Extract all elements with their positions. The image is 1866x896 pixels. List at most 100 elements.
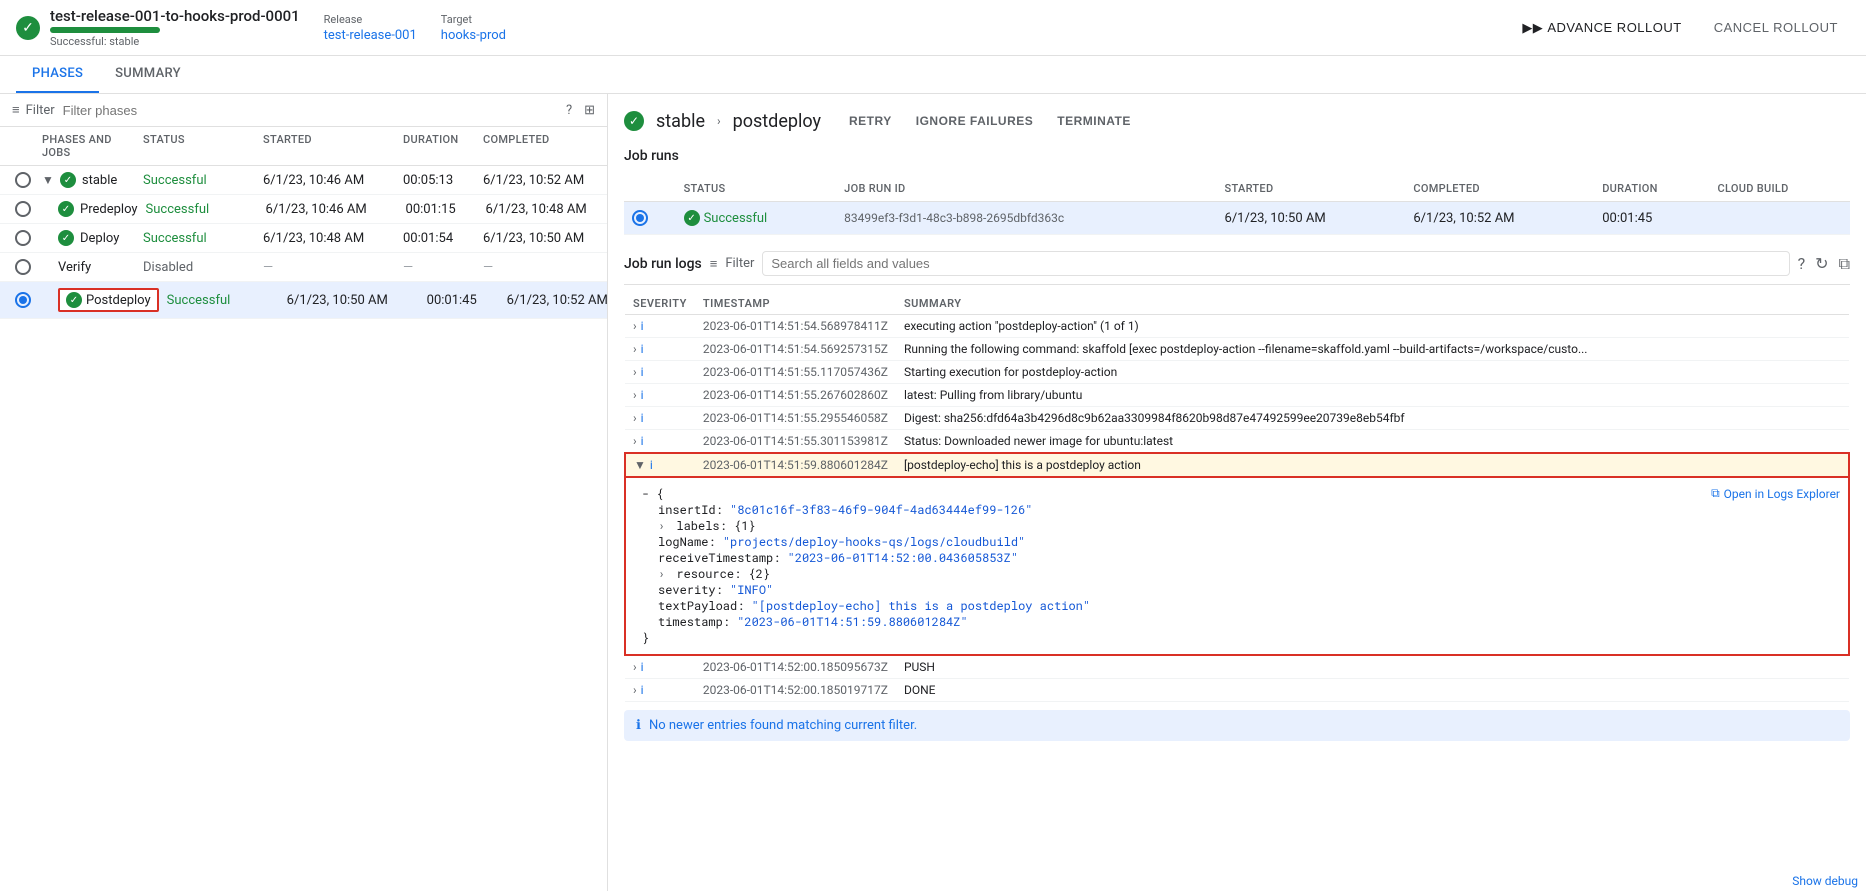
logs-search-input[interactable] (771, 256, 1780, 271)
job-runs-table: Status Job run ID Started Completed Dura… (624, 176, 1850, 235)
log-timestamp: 2023-06-01T14:51:55.117057436Z (695, 361, 896, 384)
expand-btn[interactable]: › (633, 660, 637, 674)
table-row[interactable]: ✓ Deploy Successful 6/1/23, 10:48 AM 00:… (0, 224, 607, 253)
deploy-status-icon: ✓ (58, 230, 74, 246)
log-row[interactable]: ›i 2023-06-01T14:51:55.295546058Z Digest… (625, 407, 1849, 430)
job-run-row[interactable]: ✓ Successful 83499ef3-f3d1-48c3-b898-269… (624, 202, 1850, 235)
expand-btn[interactable]: › (633, 434, 637, 448)
verify-duration: — (399, 260, 479, 275)
log-severity: ›i (625, 315, 695, 338)
deploy-started: 6/1/23, 10:48 AM (259, 231, 399, 246)
job-run-status-icon: ✓ (684, 210, 700, 226)
expand-labels[interactable]: › (658, 518, 665, 534)
tab-phases[interactable]: PHASES (16, 56, 99, 93)
expand-btn[interactable]: › (633, 365, 637, 379)
job-run-started: 6/1/23, 10:50 AM (1217, 202, 1406, 235)
radio-cell (8, 259, 38, 275)
cancel-rollout-button[interactable]: CANCEL ROLLOUT (1702, 14, 1850, 41)
job-run-completed: 6/1/23, 10:52 AM (1405, 202, 1594, 235)
logs-header: Job run logs ≡ Filter ? ↻ ⧉ (624, 251, 1850, 285)
col-completed: Completed (1405, 176, 1594, 202)
cell-deploy-name: ✓ Deploy (38, 230, 139, 246)
log-table: SEVERITY TIMESTAMP SUMMARY ›i 2023-06-01… (624, 293, 1850, 702)
log-severity: ▼i (625, 453, 695, 477)
log-row[interactable]: ›i 2023-06-01T14:51:55.117057436Z Starti… (625, 361, 1849, 384)
info-icon: ℹ (636, 718, 641, 733)
help-icon[interactable]: ? (1798, 254, 1806, 273)
open-logs-explorer-button[interactable]: ⧉ Open in Logs Explorer (1711, 486, 1840, 501)
table-row[interactable]: ✓ Predeploy Successful 6/1/23, 10:46 AM … (0, 195, 607, 224)
log-row[interactable]: ›i 2023-06-01T14:52:00.185019717Z DONE (625, 679, 1849, 702)
radio-deploy[interactable] (15, 230, 31, 246)
columns-icon[interactable]: ⊞ (584, 103, 595, 118)
table-row[interactable]: Verify Disabled — — — (0, 253, 607, 282)
expand-btn[interactable]: › (633, 319, 637, 333)
severity-icon: i (641, 365, 644, 379)
severity-icon: i (641, 683, 644, 697)
log-row-expanded-content: - { insertId: "8c01c16f-3f83-46f9-904f-4… (625, 477, 1849, 655)
job-run-select (624, 202, 676, 235)
release-link[interactable]: test-release-001 (324, 28, 417, 43)
refresh-icon[interactable]: ↻ (1815, 254, 1828, 273)
tab-summary[interactable]: SUMMARY (99, 56, 197, 93)
postdeploy-highlight: ✓ Postdeploy (58, 288, 159, 312)
radio-verify[interactable] (15, 259, 31, 275)
col-severity: SEVERITY (625, 293, 695, 315)
expand-btn[interactable]: › (633, 683, 637, 697)
log-timestamp: 2023-06-01T14:52:00.185019717Z (695, 679, 896, 702)
expand-btn[interactable]: › (633, 342, 637, 356)
log-row-expanded[interactable]: ▼i 2023-06-01T14:51:59.880601284Z [postd… (625, 453, 1849, 477)
ignore-failures-button[interactable]: IGNORE FAILURES (908, 110, 1042, 132)
postdeploy-completed: 6/1/23, 10:52 AM (503, 293, 607, 308)
filter-button[interactable]: ≡ Filter (12, 102, 55, 118)
table-row[interactable]: ▼ ✓ stable Successful 6/1/23, 10:46 AM 0… (0, 166, 607, 195)
show-debug-link[interactable]: Show debug (1792, 874, 1858, 888)
blue-dot (632, 210, 648, 226)
log-summary: Status: Downloaded newer image for ubunt… (896, 430, 1849, 454)
advance-rollout-button[interactable]: ▶▶ ADVANCE ROLLOUT (1510, 14, 1693, 42)
target-link[interactable]: hooks-prod (441, 28, 506, 43)
col-duration: Duration (1594, 176, 1709, 202)
col-status: Status (676, 176, 837, 202)
filter-input[interactable] (63, 103, 558, 118)
expand-btn[interactable]: › (633, 411, 637, 425)
expanded-json: - { insertId: "8c01c16f-3f83-46f9-904f-4… (626, 478, 1703, 654)
col-status: Status (139, 133, 259, 159)
expand-icon[interactable]: ▼ (42, 173, 54, 187)
expand-resource[interactable]: › (658, 566, 665, 582)
log-row[interactable]: ›i 2023-06-01T14:51:54.569257315Z Runnin… (625, 338, 1849, 361)
json-labels: › labels: {1} (642, 518, 1687, 534)
log-timestamp: 2023-06-01T14:51:55.267602860Z (695, 384, 896, 407)
radio-predeploy[interactable] (15, 201, 31, 217)
log-timestamp: 2023-06-01T14:52:00.185095673Z (695, 655, 896, 679)
terminate-button[interactable]: TERMINATE (1049, 110, 1139, 132)
verify-started: — (259, 260, 399, 275)
radio-postdeploy[interactable] (15, 292, 31, 308)
target-section: Target hooks-prod (441, 13, 506, 43)
open-external-icon[interactable]: ⧉ (1839, 254, 1850, 274)
predeploy-status-icon: ✓ (58, 201, 74, 217)
radio-stable[interactable] (15, 172, 31, 188)
log-row[interactable]: ›i 2023-06-01T14:51:55.267602860Z latest… (625, 384, 1849, 407)
expand-btn[interactable]: › (633, 388, 637, 402)
expand-btn[interactable]: ▼ (634, 458, 646, 472)
log-row[interactable]: ›i 2023-06-01T14:52:00.185095673Z PUSH (625, 655, 1849, 679)
col-duration: Duration (399, 133, 479, 159)
radio-cell (8, 201, 38, 217)
log-row[interactable]: ›i 2023-06-01T14:51:54.568978411Z execut… (625, 315, 1849, 338)
col-summary: SUMMARY (896, 293, 1849, 315)
log-row[interactable]: ›i 2023-06-01T14:51:55.301153981Z Status… (625, 430, 1849, 454)
open-logs-label: Open in Logs Explorer (1724, 487, 1840, 501)
col-timestamp: TIMESTAMP (695, 293, 896, 315)
stable-duration: 00:05:13 (399, 173, 479, 188)
log-severity: ›i (625, 655, 695, 679)
log-summary: [postdeploy-echo] this is a postdeploy a… (896, 453, 1849, 477)
table-row[interactable]: ✓ Postdeploy Successful 6/1/23, 10:50 AM… (0, 282, 607, 319)
header-meta: test-release-001-to-hooks-prod-0001 Succ… (50, 7, 300, 48)
col-completed: Completed (479, 133, 599, 159)
severity-icon: i (641, 319, 644, 333)
deploy-label: Deploy (80, 231, 119, 246)
help-icon[interactable]: ? (566, 103, 572, 118)
retry-button[interactable]: RETRY (841, 110, 900, 132)
right-panel: ✓ stable › postdeploy RETRY IGNORE FAILU… (608, 94, 1866, 891)
